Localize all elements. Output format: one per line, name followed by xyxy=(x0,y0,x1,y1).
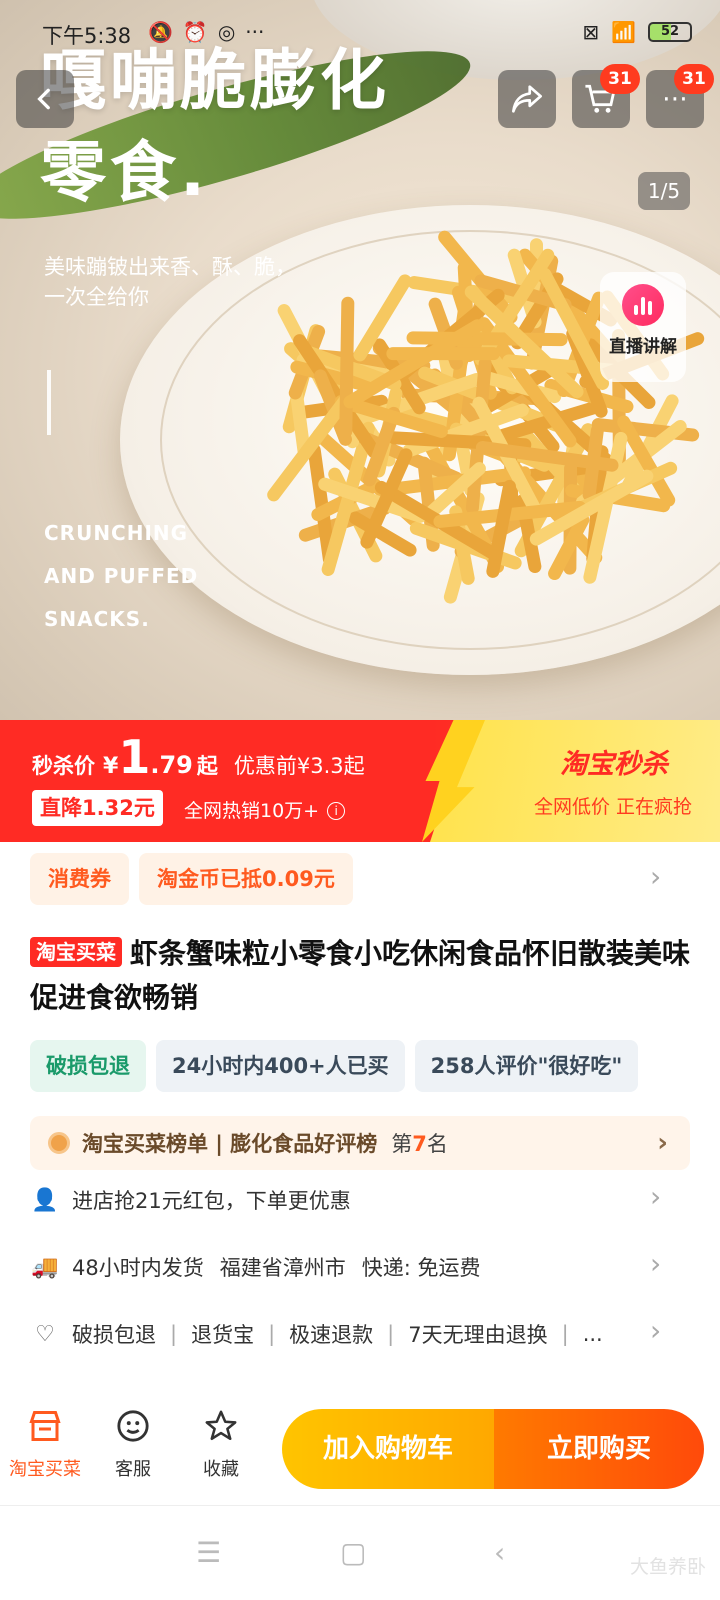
gold-coin-chip[interactable]: 淘金币已抵0.09元 xyxy=(139,853,353,905)
wifi-icon: 📶 xyxy=(611,20,636,44)
coupon-user-icon: 👤 xyxy=(31,1187,59,1213)
status-bar: 下午5:38 🔕 ⏰ ◎ ··· ⊠ 📶 52 xyxy=(0,16,720,52)
system-nav-bar: ☰ ▢ ‹ 大鱼养卧 xyxy=(0,1505,720,1600)
hero-headline: 嘎嘣脆膨化 xyxy=(40,42,390,119)
truck-icon: 🚚 xyxy=(31,1254,59,1280)
more-button[interactable]: ⋯ 31 xyxy=(646,64,714,128)
feature-chips: 破损包退 24小时内400+人已买 258人评价"很好吃" xyxy=(30,1040,639,1092)
cart-count-badge: 31 xyxy=(600,64,640,94)
live-bars-icon xyxy=(622,284,664,326)
cart-button[interactable]: 31 xyxy=(572,64,640,128)
feature-chip[interactable]: 24小时内400+人已买 xyxy=(156,1040,405,1092)
info-icon: i xyxy=(327,802,346,820)
shipping-row[interactable]: 🚚 48小时内发货 福建省漳州市 快递: 免运费 xyxy=(30,1247,700,1287)
service-icon xyxy=(88,1409,178,1449)
feature-chip[interactable]: 258人评价"很好吃" xyxy=(414,1040,639,1092)
add-to-cart-button[interactable]: 加入购物车 xyxy=(282,1409,494,1489)
product-title: 淘宝买菜 虾条蟹味粒小零食小吃休闲食品怀旧散装美味促进食欲畅销 xyxy=(30,937,691,1014)
alarm-icon: ⏰ xyxy=(182,20,208,44)
hot-sales-info[interactable]: 全网热销10万+ i xyxy=(184,796,346,823)
back-button[interactable] xyxy=(16,70,74,128)
customer-service-button[interactable]: 客服 xyxy=(88,1409,178,1481)
star-icon xyxy=(176,1409,266,1449)
coupon-chip[interactable]: 消费券 xyxy=(30,853,129,905)
favorite-button[interactable]: 收藏 xyxy=(176,1409,266,1481)
product-image-carousel[interactable]: 嘎嘣脆膨化 零食. 美味蹦铍出来香、酥、脆，一次全给你 CRUNCHING AN… xyxy=(0,0,720,720)
battery-icon: 52 xyxy=(648,22,692,42)
service-guarantee-row[interactable]: ♡ 破损包退 | 退货宝 | 极速退款 | 7天无理由退换 | ... xyxy=(30,1314,700,1354)
store-icon xyxy=(0,1409,90,1449)
home-icon[interactable]: ▢ xyxy=(340,1536,366,1569)
chevron-right-icon[interactable]: › xyxy=(650,1180,661,1213)
chevron-right-icon[interactable]: › xyxy=(650,1247,661,1280)
chevron-right-icon[interactable]: › xyxy=(650,860,661,893)
more-notifications-icon: ··· xyxy=(245,20,265,44)
watermark-text: 大鱼养卧 xyxy=(629,1556,706,1578)
channel-tag: 淘宝买菜 xyxy=(30,937,122,967)
bottom-action-bar: 淘宝买菜 客服 收藏 加入购物车 立即购买 xyxy=(0,1395,720,1505)
medal-icon xyxy=(48,1132,70,1154)
mute-icon: 🔕 xyxy=(148,20,173,44)
app-notification-icon: ◎ xyxy=(217,20,236,44)
hero-subtitle: 美味蹦铍出来香、酥、脆，一次全给你 xyxy=(44,255,296,309)
ranking-banner[interactable]: 淘宝买菜榜单 | 膨化食品好评榜 第7名 › xyxy=(30,1116,690,1170)
heart-icon: ♡ xyxy=(35,1321,55,1347)
hero-headline-2: 零食. xyxy=(40,134,210,211)
feature-chip[interactable]: 破损包退 xyxy=(30,1040,146,1092)
original-price: 优惠前¥3.3起 xyxy=(233,754,365,778)
live-explain-button[interactable]: 直播讲解 xyxy=(600,272,686,382)
store-promo-row[interactable]: 👤 进店抢21元红包，下单更优惠 xyxy=(30,1180,700,1220)
chevron-left-icon xyxy=(37,88,50,110)
seckill-price-banner: 秒杀价 ¥ 1 .79 起 优惠前¥3.3起 直降1.32元 全网热销10万+ i… xyxy=(0,720,720,842)
buy-now-button[interactable]: 立即购买 xyxy=(494,1409,704,1489)
back-nav-icon[interactable]: ‹ xyxy=(494,1536,505,1569)
seckill-price: 1 xyxy=(118,730,151,784)
chevron-right-icon: › xyxy=(657,1128,668,1158)
seckill-slogan: 全网低价 正在疯抢 xyxy=(533,796,692,818)
seckill-label: 秒杀价 xyxy=(32,754,95,778)
coupon-row[interactable]: 消费券 淘金币已抵0.09元 xyxy=(30,853,353,905)
share-icon xyxy=(512,85,542,113)
hero-english-text: CRUNCHING AND PUFFED SNACKS. xyxy=(44,521,199,631)
taobao-seckill-logo: 淘宝秒杀 xyxy=(560,749,668,780)
message-count-badge: 31 xyxy=(674,64,714,94)
share-button[interactable] xyxy=(498,70,556,128)
chevron-right-icon[interactable]: › xyxy=(650,1314,661,1347)
clock: 下午5:38 xyxy=(42,24,132,48)
store-tab[interactable]: 淘宝买菜 xyxy=(0,1409,90,1481)
menu-icon[interactable]: ☰ xyxy=(196,1536,221,1569)
discount-badge: 直降1.32元 xyxy=(32,790,163,826)
sim-icon: ⊠ xyxy=(582,20,600,44)
image-page-indicator: 1/5 xyxy=(638,172,690,210)
